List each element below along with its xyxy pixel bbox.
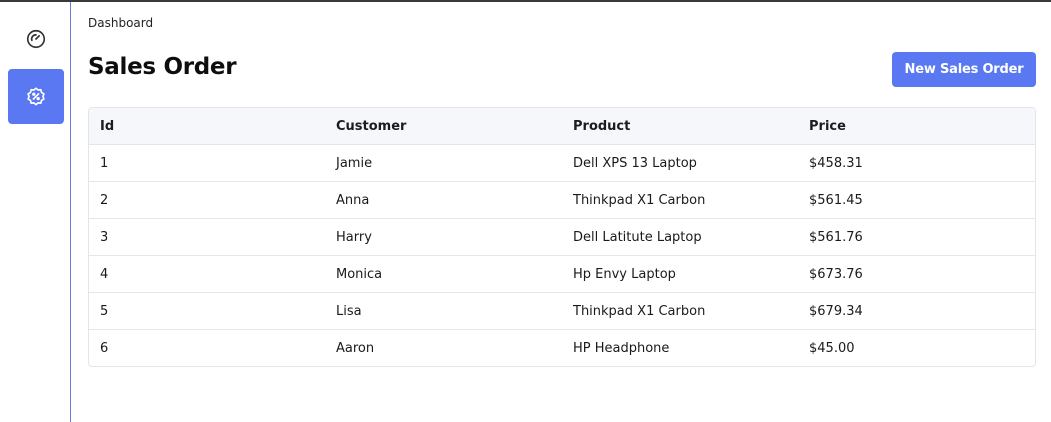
discount-badge-icon	[27, 86, 45, 105]
cell-customer: Jamie	[325, 144, 562, 182]
cell-price: $561.76	[798, 218, 1035, 256]
page-title: Sales Order	[88, 54, 237, 80]
cell-product: Dell XPS 13 Laptop	[562, 144, 798, 182]
table-row[interactable]: 2 Anna Thinkpad X1 Carbon $561.45	[89, 181, 1035, 219]
top-border	[0, 0, 1051, 2]
sidebar-item-sales-order[interactable]	[8, 69, 64, 124]
cell-id: 3	[89, 218, 325, 256]
cell-customer: Lisa	[325, 292, 562, 330]
breadcrumb[interactable]: Dashboard	[88, 16, 153, 30]
column-header-price[interactable]: Price	[798, 108, 1035, 145]
column-header-customer[interactable]: Customer	[325, 108, 562, 145]
cell-customer: Monica	[325, 255, 562, 293]
cell-customer: Anna	[325, 181, 562, 219]
cell-id: 6	[100, 340, 109, 356]
cell-id: 5	[89, 292, 325, 330]
cell-price: $458.31	[798, 144, 1035, 182]
table-row[interactable]: 4 Monica Hp Envy Laptop $673.76	[89, 255, 1035, 293]
sales-order-table: Id Customer Product Price 1 Jamie Dell X…	[88, 107, 1036, 367]
table-row[interactable]: 6 Aaron HP Headphone $45.00	[89, 330, 1035, 367]
cell-product: Thinkpad X1 Carbon	[562, 181, 798, 219]
cell-product: Dell Latitute Laptop	[562, 218, 798, 256]
table-row[interactable]: 1 Jamie Dell XPS 13 Laptop $458.31	[89, 144, 1035, 182]
table-row[interactable]: 3 Harry Dell Latitute Laptop $561.76	[89, 218, 1035, 256]
cell-product: Hp Envy Laptop	[562, 255, 798, 293]
column-header-product[interactable]: Product	[562, 108, 798, 145]
cell-id: 2	[89, 181, 325, 219]
cell-price: $45.00	[809, 340, 855, 356]
new-sales-order-button[interactable]: New Sales Order	[892, 52, 1036, 87]
speedometer-icon	[26, 29, 46, 48]
cell-id: 1	[89, 144, 325, 182]
cell-price: $561.45	[798, 181, 1035, 219]
cell-customer: Harry	[325, 218, 562, 256]
table-header-row: Id Customer Product Price	[89, 108, 1035, 145]
cell-product: HP Headphone	[573, 340, 670, 356]
table-row[interactable]: 5 Lisa Thinkpad X1 Carbon $679.34	[89, 292, 1035, 330]
cell-customer: Aaron	[336, 340, 375, 356]
cell-product: Thinkpad X1 Carbon	[562, 292, 798, 330]
cell-id: 4	[89, 255, 325, 293]
column-header-id[interactable]: Id	[89, 108, 325, 145]
cell-price: $673.76	[798, 255, 1035, 293]
sidebar-item-dashboard[interactable]	[8, 11, 64, 66]
sidebar	[0, 2, 71, 422]
cell-price: $679.34	[798, 292, 1035, 330]
